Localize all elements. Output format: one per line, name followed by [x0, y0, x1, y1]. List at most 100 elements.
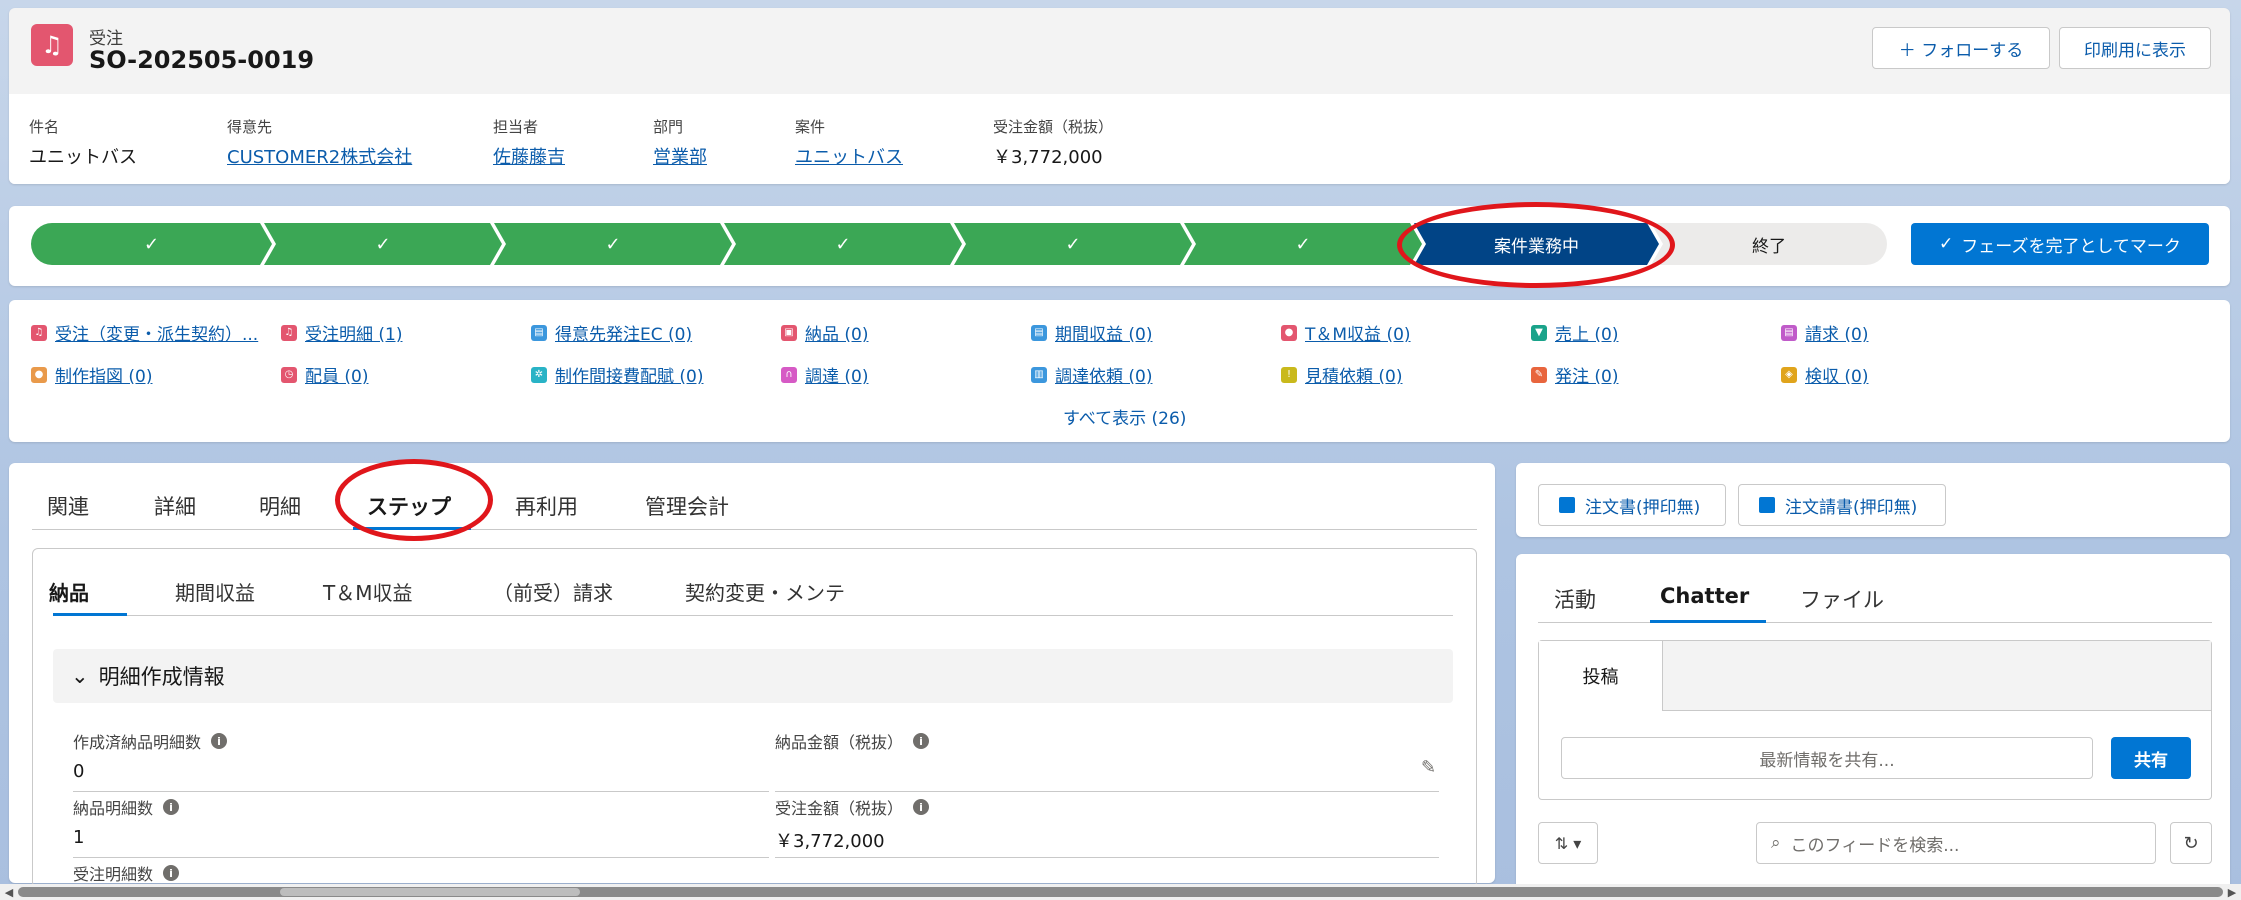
subtab-billing[interactable]: （前受）請求	[493, 577, 613, 606]
scrollbar-thumb[interactable]	[280, 888, 580, 896]
department-link[interactable]: 営業部	[653, 147, 707, 168]
field-label: 受注金額（税抜）	[993, 118, 1114, 136]
subtab-period-revenue[interactable]: 期間収益	[175, 577, 255, 606]
search-icon: ⌕	[1771, 833, 1781, 853]
quick-link-label[interactable]: 発注 (0)	[1555, 362, 1618, 387]
field-opportunity: 案件 ユニットバス	[795, 116, 903, 169]
tab-files[interactable]: ファイル	[1800, 584, 1884, 614]
path-step-1[interactable]: ✓	[31, 223, 272, 265]
customer-link[interactable]: CUSTOMER2株式会社	[227, 147, 412, 168]
tab-lines[interactable]: 明細	[259, 491, 301, 521]
sales-icon: ▼	[1531, 324, 1547, 341]
subtab-delivery[interactable]: 納品	[49, 577, 89, 606]
mark-phase-complete-button[interactable]: ✓ フェーズを完了としてマーク	[1911, 223, 2209, 265]
quick-link-label[interactable]: 期間収益 (0)	[1055, 320, 1152, 345]
field-label: 作成済納品明細数	[73, 733, 202, 752]
field-created-delivery-lines: 作成済納品明細数 i 0	[73, 729, 743, 782]
subtab-tm-revenue[interactable]: T＆M収益	[323, 577, 412, 606]
path-step-4[interactable]: ✓	[724, 223, 962, 265]
share-button[interactable]: 共有	[2111, 737, 2191, 779]
tab-reuse[interactable]: 再利用	[515, 491, 578, 521]
field-label: 案件	[795, 118, 826, 136]
quick-link[interactable]: ▤ 得意先発注EC (0)	[531, 320, 692, 345]
feed-search-input[interactable]: ⌕ このフィードを検索...	[1756, 822, 2156, 864]
scroll-left-arrow-icon[interactable]: ◀	[2, 884, 16, 900]
quick-link[interactable]: ▼ 売上 (0)	[1531, 320, 1618, 345]
tm-revenue-icon: ●	[1281, 324, 1297, 341]
info-icon[interactable]: i	[163, 799, 180, 815]
subtab-contract-change[interactable]: 契約変更・メンテ	[685, 577, 845, 606]
order-form-button[interactable]: 注文書(押印無)	[1538, 484, 1726, 526]
check-icon: ✓	[143, 233, 160, 255]
owner-link[interactable]: 佐藤藤吉	[493, 147, 565, 168]
quick-link[interactable]: ▥ 調達依頼 (0)	[1031, 362, 1152, 387]
quick-link[interactable]: ∩ 調達 (0)	[781, 362, 868, 387]
quick-link-label[interactable]: 制作間接費配賦 (0)	[555, 362, 703, 387]
quick-link[interactable]: ◷ 配員 (0)	[281, 362, 368, 387]
procurement-icon: ∩	[781, 366, 797, 383]
quick-link-label[interactable]: 納品 (0)	[805, 320, 868, 345]
quick-link[interactable]: ▣ 納品 (0)	[781, 320, 868, 345]
quick-link-label[interactable]: 請求 (0)	[1805, 320, 1868, 345]
quick-link-label[interactable]: 調達依頼 (0)	[1055, 362, 1152, 387]
main-tabset: 関連 詳細 明細 ステップ 再利用 管理会計 納品 期間収益 T＆M収益 （前受…	[9, 459, 1495, 888]
quick-link-label[interactable]: 検収 (0)	[1805, 362, 1868, 387]
quick-link-label[interactable]: 受注（変更・派生契約）...	[55, 320, 258, 345]
quick-link[interactable]: ◈ 検収 (0)	[1781, 362, 1868, 387]
share-update-input[interactable]: 最新情報を共有...	[1561, 737, 2093, 779]
quick-link[interactable]: ▤ 期間収益 (0)	[1031, 320, 1152, 345]
button-label: 注文請書(押印無)	[1785, 497, 1918, 518]
tab-details[interactable]: 詳細	[154, 491, 196, 521]
show-all-label[interactable]: すべて表示 (26)	[1063, 404, 1186, 429]
quick-link[interactable]: ✎ 発注 (0)	[1531, 362, 1618, 387]
path-step-current[interactable]: 案件業務中	[1414, 223, 1659, 265]
section-header[interactable]: ⌄ 明細作成情報	[53, 649, 1453, 703]
follow-button[interactable]: ＋ フォローする	[1872, 27, 2050, 69]
path-step-3[interactable]: ✓	[494, 223, 732, 265]
quick-link-label[interactable]: 売上 (0)	[1555, 320, 1618, 345]
tab-chatter[interactable]: Chatter	[1660, 584, 1749, 608]
quick-link-label[interactable]: 見積依頼 (0)	[1305, 362, 1402, 387]
refresh-icon: ↻	[2183, 832, 2199, 854]
info-icon[interactable]: i	[913, 799, 930, 815]
show-all-link[interactable]: すべて表示 (26)	[1063, 404, 1186, 429]
quick-link[interactable]: ! 見積依頼 (0)	[1281, 362, 1402, 387]
info-icon[interactable]: i	[163, 865, 180, 881]
info-icon[interactable]: i	[913, 733, 930, 749]
path-step-5[interactable]: ✓	[954, 223, 1192, 265]
print-view-button[interactable]: 印刷用に表示	[2059, 27, 2211, 69]
tab-divider	[1538, 622, 2212, 623]
quick-link[interactable]: ● T＆M収益 (0)	[1281, 320, 1411, 345]
quick-link[interactable]: ✲ 制作間接費配賦 (0)	[531, 362, 703, 387]
tab-activity[interactable]: 活動	[1554, 584, 1596, 614]
quick-link[interactable]: ♫ 受注明細 (1)	[281, 320, 402, 345]
publisher-area	[1663, 641, 2211, 711]
edit-pencil-icon[interactable]: ✎	[1421, 757, 1436, 778]
scroll-right-arrow-icon[interactable]: ▶	[2225, 884, 2239, 900]
sort-button[interactable]: ⇅ ▾	[1538, 822, 1598, 864]
quick-link-label[interactable]: 得意先発注EC (0)	[555, 320, 692, 345]
activity-chatter-panel: 活動 Chatter ファイル 投稿 最新情報を共有... 共有 ⇅ ▾ ⌕ こ…	[1516, 554, 2230, 894]
quick-link[interactable]: ▤ 請求 (0)	[1781, 320, 1868, 345]
quick-link-label[interactable]: T＆M収益 (0)	[1305, 320, 1411, 345]
quick-link-label[interactable]: 調達 (0)	[805, 362, 868, 387]
quick-link[interactable]: ♫ 受注（変更・派生契約）...	[31, 320, 258, 345]
opportunity-link[interactable]: ユニットバス	[795, 147, 903, 168]
path-step-2[interactable]: ✓	[264, 223, 502, 265]
tab-steps[interactable]: ステップ	[367, 491, 451, 521]
horizontal-scrollbar[interactable]: ◀ ▶	[0, 884, 2241, 900]
tab-related[interactable]: 関連	[47, 491, 89, 521]
post-tab[interactable]: 投稿	[1539, 641, 1663, 711]
quick-link-label[interactable]: 受注明細 (1)	[305, 320, 402, 345]
tab-management-accounting[interactable]: 管理会計	[645, 491, 729, 521]
info-icon[interactable]: i	[211, 733, 228, 749]
order-acknowledgement-button[interactable]: 注文請書(押印無)	[1738, 484, 1946, 526]
path-step-final[interactable]: 終了	[1651, 223, 1887, 265]
refresh-button[interactable]: ↻	[2170, 822, 2212, 864]
section-title: 明細作成情報	[98, 665, 225, 689]
quick-link-label[interactable]: 配員 (0)	[305, 362, 368, 387]
quick-link[interactable]: ● 制作指図 (0)	[31, 362, 152, 387]
quick-link-label[interactable]: 制作指図 (0)	[55, 362, 152, 387]
field-order-amount: 受注金額（税抜） i ￥3,772,000	[775, 795, 1435, 853]
path-step-6[interactable]: ✓	[1184, 223, 1422, 265]
